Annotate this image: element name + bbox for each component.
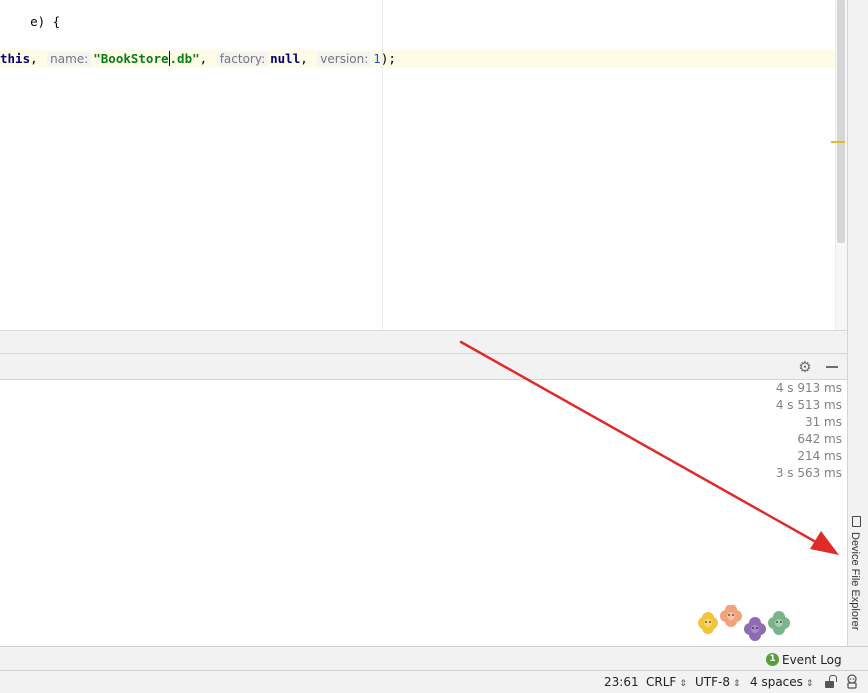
updown-icon: ⇕ (805, 679, 814, 689)
line-separator-selector[interactable]: CRLF ⇕ (646, 675, 687, 689)
updown-icon: ⇕ (732, 679, 741, 689)
string-literal-part1: "BookStore (93, 51, 169, 66)
indent-text: 4 spaces (750, 675, 803, 689)
caret-position[interactable]: 23:61 (604, 675, 639, 689)
indent-selector[interactable]: 4 spaces ⇕ (750, 675, 813, 689)
param-hint-version: version: (317, 52, 372, 66)
editor-scrollbar-thumb[interactable] (837, 0, 845, 243)
inspector-icon[interactable] (845, 674, 859, 689)
encoding-selector[interactable]: UTF-8 ⇕ (695, 675, 741, 689)
lock-icon[interactable] (825, 675, 837, 688)
mascot-flowers-image (698, 605, 790, 641)
keyword-this: this (0, 51, 31, 66)
string-literal-part2: .db" (169, 51, 200, 66)
comma: , (30, 51, 38, 66)
code-text: e) { (30, 14, 61, 29)
device-file-explorer-tab[interactable]: Device File Explorer (848, 512, 866, 636)
event-count-badge: 1 (766, 653, 779, 666)
line-separator-text: CRLF (646, 675, 677, 689)
param-hint-factory: factory: (216, 52, 269, 66)
code-line-current[interactable]: this, name: "BookStore.db", factory: null,… (0, 50, 847, 68)
code-line-1[interactable]: e) { (0, 0, 60, 29)
device-icon (852, 516, 861, 527)
updown-icon: ⇕ (679, 679, 687, 689)
caret-position-text: 23:61 (604, 675, 639, 689)
right-margin-guide (382, 0, 383, 330)
device-file-explorer-label: Device File Explorer (849, 532, 861, 631)
bottom-tool-stripe: 1 Event Log (0, 646, 868, 671)
encoding-text: UTF-8 (695, 675, 730, 689)
statement-end: ); (380, 51, 396, 66)
keyword-null: null (270, 51, 301, 66)
event-log-label: Event Log (782, 653, 842, 667)
comma: , (300, 51, 308, 66)
annotation-arrow (459, 340, 839, 555)
status-bar: 23:61 CRLF ⇕ UTF-8 ⇕ 4 spaces ⇕ (0, 670, 868, 693)
param-hint-name: name: (47, 52, 92, 66)
code-editor[interactable]: e) { this, name: "BookStore.db", factory:… (0, 0, 847, 330)
event-log-button[interactable]: 1 Event Log (766, 653, 842, 667)
warning-marker[interactable] (831, 141, 845, 143)
number-literal: 1 (373, 51, 381, 66)
comma: , (199, 51, 208, 66)
